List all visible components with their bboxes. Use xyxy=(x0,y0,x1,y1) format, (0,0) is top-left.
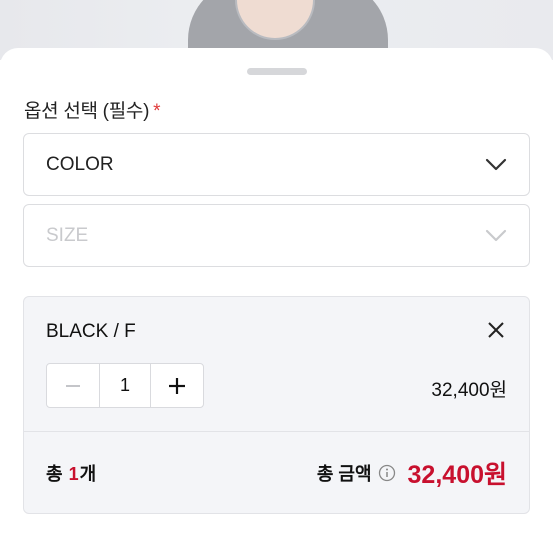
sheet-drag-handle[interactable] xyxy=(247,68,307,75)
quantity-value[interactable]: 1 xyxy=(99,364,151,407)
option-bottom-sheet: 옵션 선택 (필수) * COLOR SIZE BLACK / F 1 32,4… xyxy=(0,48,553,553)
selected-option-card: BLACK / F 1 32,400원 총 1개 총 금액 32,400원 xyxy=(23,296,530,514)
close-icon[interactable] xyxy=(487,321,505,339)
required-mark: * xyxy=(153,101,161,122)
chevron-down-icon xyxy=(485,158,507,170)
info-icon[interactable] xyxy=(378,464,396,482)
quantity-stepper: 1 xyxy=(46,363,204,408)
plus-icon xyxy=(169,377,185,394)
minus-icon xyxy=(66,384,80,387)
total-row: 총 1개 총 금액 32,400원 xyxy=(46,455,507,491)
total-amount-label: 총 금액 xyxy=(316,464,372,484)
size-select-label: SIZE xyxy=(46,224,89,246)
option-line-price: 32,400원 xyxy=(431,380,507,401)
size-select[interactable]: SIZE xyxy=(23,204,530,267)
color-select[interactable]: COLOR xyxy=(23,133,530,196)
color-select-label: COLOR xyxy=(46,153,114,175)
quantity-decrease-button[interactable] xyxy=(47,364,99,407)
total-amount: 32,400원 xyxy=(407,461,507,489)
chevron-down-icon xyxy=(485,229,507,241)
divider xyxy=(24,431,529,432)
option-section-title: 옵션 선택 (필수) * xyxy=(24,101,161,122)
quantity-increase-button[interactable] xyxy=(151,364,203,407)
selected-option-name: BLACK / F xyxy=(46,321,136,342)
total-count: 총 1개 xyxy=(46,464,97,484)
